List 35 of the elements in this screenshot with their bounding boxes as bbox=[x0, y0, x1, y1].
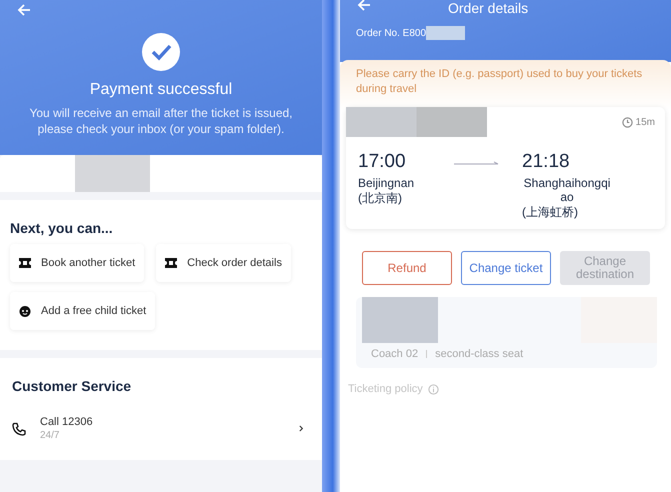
back-icon[interactable] bbox=[356, 0, 372, 13]
notice-text: Please carry the ID (e.g. passport) used to buy your tickets during travel bbox=[355, 67, 644, 97]
coach-text: Coach 02 bbox=[371, 348, 418, 360]
arrival-station: Shanghaihongqiao bbox=[522, 176, 612, 204]
chevron-icon bbox=[299, 425, 304, 432]
departure-station-chinese: (北京南) bbox=[358, 190, 403, 207]
seat-class-text: second-class seat bbox=[435, 348, 524, 360]
call-label: Call 12306 bbox=[40, 416, 94, 428]
ticket-icon bbox=[165, 258, 178, 268]
redacted-block bbox=[426, 26, 466, 40]
check-icon bbox=[141, 32, 181, 72]
call-row[interactable]: Call 12306 24/7 bbox=[12, 416, 310, 441]
page-title: Order details bbox=[448, 0, 528, 16]
ticket-icon bbox=[19, 258, 31, 268]
departure-station: Beijingnan bbox=[358, 176, 414, 190]
section-title: Customer Service bbox=[12, 378, 132, 394]
arrival-station-chinese: (上海虹桥) bbox=[522, 204, 580, 221]
call-hours: 24/7 bbox=[40, 430, 60, 441]
action-chip[interactable]: Add a free child ticket bbox=[10, 292, 156, 330]
clock-icon bbox=[622, 116, 633, 128]
smiley-icon bbox=[19, 305, 31, 317]
phone-icon bbox=[12, 422, 26, 436]
arrival-time: 21:18 bbox=[522, 151, 571, 173]
back-icon[interactable] bbox=[16, 2, 32, 18]
section-title: Next, you can... bbox=[10, 220, 114, 236]
info-icon bbox=[428, 384, 439, 394]
action-chip[interactable]: Check order details bbox=[156, 244, 291, 282]
status-title: Payment successful bbox=[90, 81, 232, 99]
duration-text: 15m bbox=[636, 116, 655, 128]
action-button[interactable]: Change ticket bbox=[461, 251, 551, 285]
action-chip[interactable]: Book another ticket bbox=[10, 244, 144, 282]
arrow-icon bbox=[454, 161, 500, 167]
status-message: You will receive an email after the ticket is issued, please check your inbox (or your spam folder). bbox=[28, 105, 294, 137]
order-number: Order No. E800 bbox=[356, 28, 426, 38]
departure-time: 17:00 bbox=[358, 151, 407, 173]
